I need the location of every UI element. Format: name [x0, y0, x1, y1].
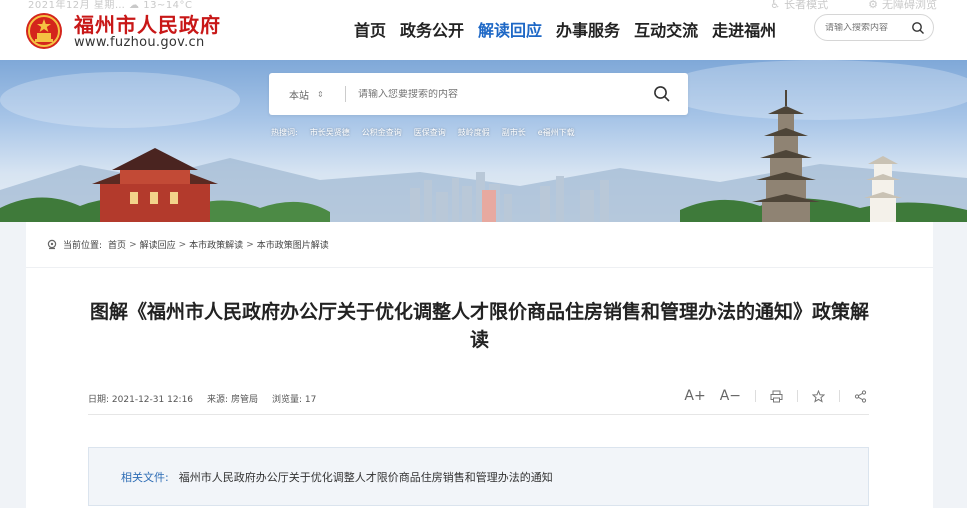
site-search-box: 本站 ⇕	[269, 73, 688, 115]
accessibility-link[interactable]: ⚙ 无障碍浏览	[868, 0, 937, 12]
article-tools: A+ A−	[684, 388, 867, 404]
date-value: 2021-12-31 12:16	[111, 395, 194, 405]
scope-arrows-icon: ⇕	[317, 89, 324, 99]
source-value: 房管局	[230, 395, 258, 405]
search-divider	[345, 86, 346, 102]
font-increase-button[interactable]: A+	[684, 388, 705, 404]
views-label: 浏览量:	[271, 395, 303, 405]
header-search-input[interactable]	[825, 22, 905, 33]
breadcrumb-interpretation[interactable]: 解读回应	[140, 238, 176, 251]
date-label: 日期:	[88, 395, 110, 405]
elder-mode-label: 长者模式	[784, 0, 829, 11]
accessibility-label: 无障碍浏览	[882, 0, 937, 11]
header-search-box	[814, 14, 934, 41]
print-icon	[770, 390, 783, 402]
share-button[interactable]	[854, 389, 867, 403]
publish-date: 日期: 2021-12-31 12:16	[88, 392, 193, 405]
breadcrumb-separator: >	[246, 239, 254, 250]
hotword-link[interactable]: 鼓岭度假	[458, 127, 490, 138]
elder-mode-link[interactable]: ♿ 长者模式	[770, 0, 828, 12]
article-views: 浏览量: 17	[272, 392, 316, 405]
national-emblem-icon[interactable]	[24, 11, 64, 51]
related-label: 相关文件:	[121, 470, 169, 484]
hotword-link[interactable]: 医保查询	[414, 127, 446, 138]
search-icon	[654, 86, 670, 102]
city-banner: 本站 ⇕ 热搜词: 市长吴贤德 公积金查询 医保查询 鼓岭度假 副市长 e福州下…	[0, 60, 967, 222]
tools-divider	[797, 390, 798, 402]
hotword-link[interactable]: 市长吴贤德	[310, 127, 350, 138]
nav-item-about-fuzhou[interactable]: 走进福州	[712, 17, 776, 41]
top-utility-links: ♿ 长者模式 ⚙ 无障碍浏览	[770, 0, 937, 12]
elder-icon: ♿	[770, 0, 781, 11]
search-icon[interactable]	[911, 21, 925, 35]
views-value: 17	[304, 395, 317, 405]
nav-item-gov-affairs[interactable]: 政务公开	[400, 17, 464, 41]
article-title: 图解《福州市人民政府办公厅关于优化调整人才限价商品住房销售和管理办法的通知》政策…	[89, 301, 869, 351]
site-search-button[interactable]	[642, 74, 682, 114]
related-document-link[interactable]: 福州市人民政府办公厅关于优化调整人才限价商品住房销售和管理办法的通知	[179, 469, 553, 485]
share-icon	[854, 389, 867, 403]
nav-item-home[interactable]: 首页	[354, 17, 386, 41]
source-label: 来源:	[207, 395, 229, 405]
article-source: 来源: 房管局	[207, 392, 258, 405]
breadcrumb: 当前位置: 首页 > 解读回应 > 本市政策解读 > 本市政策图片解读	[26, 222, 933, 268]
breadcrumb-local-policy[interactable]: 本市政策解读	[189, 238, 243, 251]
breadcrumb-separator: >	[178, 239, 187, 250]
related-documents: 相关文件: 福州市人民政府办公厅关于优化调整人才限价商品住房销售和管理办法的通知	[88, 447, 869, 506]
main-nav: 首页 政务公开 解读回应 办事服务 互动交流 走进福州	[354, 17, 776, 41]
breadcrumb-label: 当前位置:	[63, 241, 103, 251]
breadcrumb-home[interactable]: 首页	[108, 238, 126, 251]
hotword-link[interactable]: e福州下载	[538, 127, 575, 138]
hotword-link[interactable]: 副市长	[502, 127, 526, 138]
print-button[interactable]	[770, 390, 783, 403]
hotwords-label: 热搜词:	[271, 128, 298, 137]
location-icon	[47, 239, 57, 249]
hotword-link[interactable]: 公积金查询	[362, 127, 402, 138]
meta-divider	[88, 414, 869, 415]
breadcrumb-separator: >	[129, 239, 137, 250]
site-search-input[interactable]	[358, 88, 642, 100]
site-header: 2021年12月 星期… ☁ 13~14°C ♿ 长者模式 ⚙ 无障碍浏览 福州市人…	[0, 0, 967, 60]
search-scope-label: 本站	[289, 90, 309, 102]
nav-item-interaction[interactable]: 互动交流	[634, 17, 698, 41]
tools-divider	[755, 390, 756, 402]
nav-item-services[interactable]: 办事服务	[556, 17, 620, 41]
nav-item-interpretation[interactable]: 解读回应	[478, 17, 542, 41]
tools-divider	[839, 390, 840, 402]
accessibility-icon: ⚙	[868, 0, 878, 11]
breadcrumb-picture-policy[interactable]: 本市政策图片解读	[257, 238, 329, 251]
site-url: www.fuzhou.gov.cn	[74, 35, 205, 50]
hot-search-words: 热搜词: 市长吴贤德 公积金查询 医保查询 鼓岭度假 副市长 e福州下载	[271, 127, 575, 138]
article-meta: 日期: 2021-12-31 12:16 来源: 房管局 浏览量: 17	[88, 392, 316, 405]
site-name[interactable]: 福州市人民政府	[74, 9, 221, 38]
search-scope-select[interactable]: 本站 ⇕	[269, 87, 329, 102]
favorite-button[interactable]	[812, 389, 825, 403]
font-decrease-button[interactable]: A−	[720, 388, 741, 404]
star-icon	[812, 389, 825, 403]
article-panel: 图解《福州市人民政府办公厅关于优化调整人才限价商品住房销售和管理办法的通知》政策…	[26, 268, 933, 508]
